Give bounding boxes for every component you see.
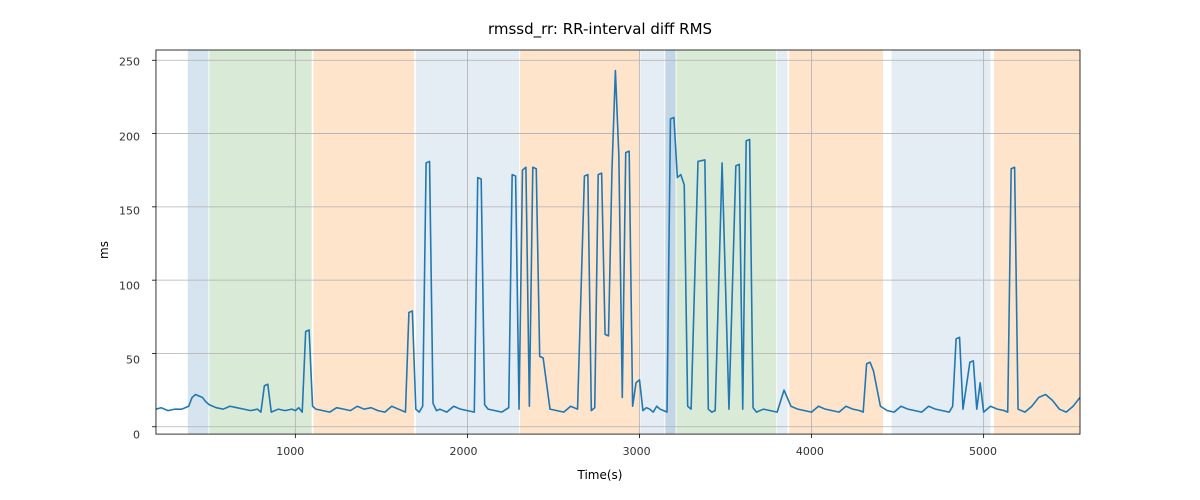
y-tick-label: 200 [90, 130, 140, 143]
background-band [313, 50, 414, 434]
chart-figure: rmssd_rr: RR-interval diff RMS ms 100020… [0, 0, 1200, 500]
x-tick-label: 3000 [623, 445, 651, 458]
chart-title: rmssd_rr: RR-interval diff RMS [0, 20, 1200, 38]
y-tick-label: 100 [90, 279, 140, 292]
background-band [994, 50, 1080, 434]
chart-axes [150, 50, 1080, 440]
y-tick-label: 50 [90, 354, 140, 367]
y-tick-label: 150 [90, 205, 140, 218]
y-tick-label: 250 [90, 56, 140, 69]
background-band [892, 50, 991, 434]
axis-label-x: Time(s) [0, 468, 1200, 482]
background-band [789, 50, 883, 434]
y-tick-label: 0 [90, 428, 140, 441]
x-tick-label: 5000 [969, 445, 997, 458]
axis-label-y: ms [97, 241, 111, 259]
background-band [188, 50, 209, 434]
background-band [640, 50, 664, 434]
x-tick-label: 2000 [449, 445, 477, 458]
x-tick-label: 1000 [276, 445, 304, 458]
background-band [209, 50, 311, 434]
plot-svg [150, 50, 1080, 440]
background-band [777, 50, 787, 434]
x-tick-label: 4000 [796, 445, 824, 458]
